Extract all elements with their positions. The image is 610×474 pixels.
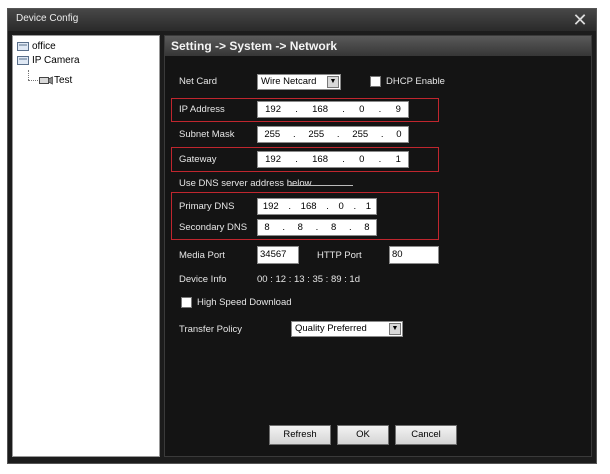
- ip-octet: 168: [312, 154, 328, 165]
- ip-octet: 192: [262, 201, 279, 212]
- tree-connector: [28, 70, 29, 80]
- ip-octet: 8: [330, 222, 337, 233]
- ip-octet: 255: [308, 129, 325, 140]
- transfer-policy-value: Quality Preferred: [295, 323, 367, 334]
- ip-octet: 8: [297, 222, 303, 233]
- media-port-label: Media Port: [179, 250, 225, 261]
- high-speed-download-label: High Speed Download: [197, 297, 292, 308]
- ip-octet: 255: [264, 129, 281, 140]
- chevron-down-icon: ▼: [327, 76, 339, 88]
- ip-octet: 1: [365, 201, 372, 212]
- ip-octet: 0: [396, 129, 402, 140]
- tree-item-label: Test: [54, 75, 73, 86]
- ip-address-input[interactable]: 192. 168. 0. 9: [257, 101, 409, 118]
- tree-connector: [28, 80, 38, 81]
- secondary-dns-input[interactable]: 8. 8. 8. 8: [257, 219, 377, 236]
- dns-separator: [289, 185, 353, 186]
- device-tree: office IP Camera Test: [12, 35, 160, 457]
- ip-octet: 192: [265, 154, 281, 165]
- ip-octet: 0: [359, 154, 365, 165]
- subnet-mask-input[interactable]: 255. 255. 255. 0: [257, 126, 409, 143]
- breadcrumb: Setting -> System -> Network: [171, 39, 338, 53]
- ip-address-label: IP Address: [179, 104, 225, 115]
- net-card-value: Wire Netcard: [261, 76, 317, 87]
- ip-octet: 0: [338, 201, 344, 212]
- gateway-input[interactable]: 192. 168. 0. 1: [257, 151, 409, 168]
- net-card-select[interactable]: Wire Netcard ▼: [257, 74, 341, 90]
- device-config-window: Device Config ✕ office IP Camera Test Se…: [7, 8, 597, 464]
- refresh-button[interactable]: Refresh: [269, 425, 331, 445]
- http-port-input[interactable]: 80: [389, 246, 439, 264]
- dhcp-enable-checkbox[interactable]: [370, 76, 381, 87]
- http-port-label: HTTP Port: [317, 250, 362, 261]
- device-info-label: Device Info: [179, 274, 227, 285]
- secondary-dns-label: Secondary DNS: [179, 222, 248, 233]
- dns-note: Use DNS server address below: [179, 178, 312, 189]
- net-card-label: Net Card: [179, 76, 218, 87]
- ip-octet: 255: [352, 129, 369, 140]
- transfer-policy-select[interactable]: Quality Preferred ▼: [291, 321, 403, 337]
- ip-octet: 1: [395, 154, 401, 165]
- ip-octet: 8: [264, 222, 270, 233]
- tree-item-ip-camera[interactable]: IP Camera: [17, 54, 80, 67]
- subnet-mask-label: Subnet Mask: [179, 129, 235, 140]
- ip-octet: 0: [359, 104, 365, 115]
- ip-octet: 192: [265, 104, 281, 115]
- network-settings-panel: Setting -> System -> Network Net Card Wi…: [164, 35, 592, 457]
- camera-icon: [39, 76, 53, 85]
- gateway-label: Gateway: [179, 154, 217, 165]
- primary-dns-input[interactable]: 192. 168. 0. 1: [257, 198, 377, 215]
- title-bar: Device Config ✕: [8, 9, 596, 31]
- tree-item-label: office: [32, 41, 56, 52]
- ip-octet: 168: [300, 201, 317, 212]
- ok-button[interactable]: OK: [337, 425, 389, 445]
- tree-item-label: IP Camera: [32, 55, 80, 66]
- device-info-value: 00 : 12 : 13 : 35 : 89 : 1d: [257, 274, 360, 285]
- chevron-down-icon: ▼: [389, 323, 401, 335]
- close-icon[interactable]: ✕: [570, 10, 590, 30]
- tree-item-test[interactable]: Test: [39, 74, 72, 87]
- high-speed-download-checkbox[interactable]: [181, 297, 192, 308]
- group-icon: [17, 55, 29, 65]
- ip-octet: 168: [312, 104, 328, 115]
- media-port-input[interactable]: 34567: [257, 246, 299, 264]
- media-port-value: 34567: [260, 249, 287, 260]
- ip-octet: 8: [364, 222, 370, 233]
- dhcp-enable-label: DHCP Enable: [386, 76, 445, 87]
- primary-dns-label: Primary DNS: [179, 201, 235, 212]
- group-icon: [17, 41, 29, 51]
- transfer-policy-label: Transfer Policy: [179, 324, 242, 335]
- window-title: Device Config: [16, 13, 79, 24]
- tree-item-office[interactable]: office: [17, 40, 56, 53]
- http-port-value: 80: [392, 249, 403, 260]
- panel-header: Setting -> System -> Network: [165, 36, 591, 56]
- cancel-button[interactable]: Cancel: [395, 425, 457, 445]
- ip-octet: 9: [395, 104, 401, 115]
